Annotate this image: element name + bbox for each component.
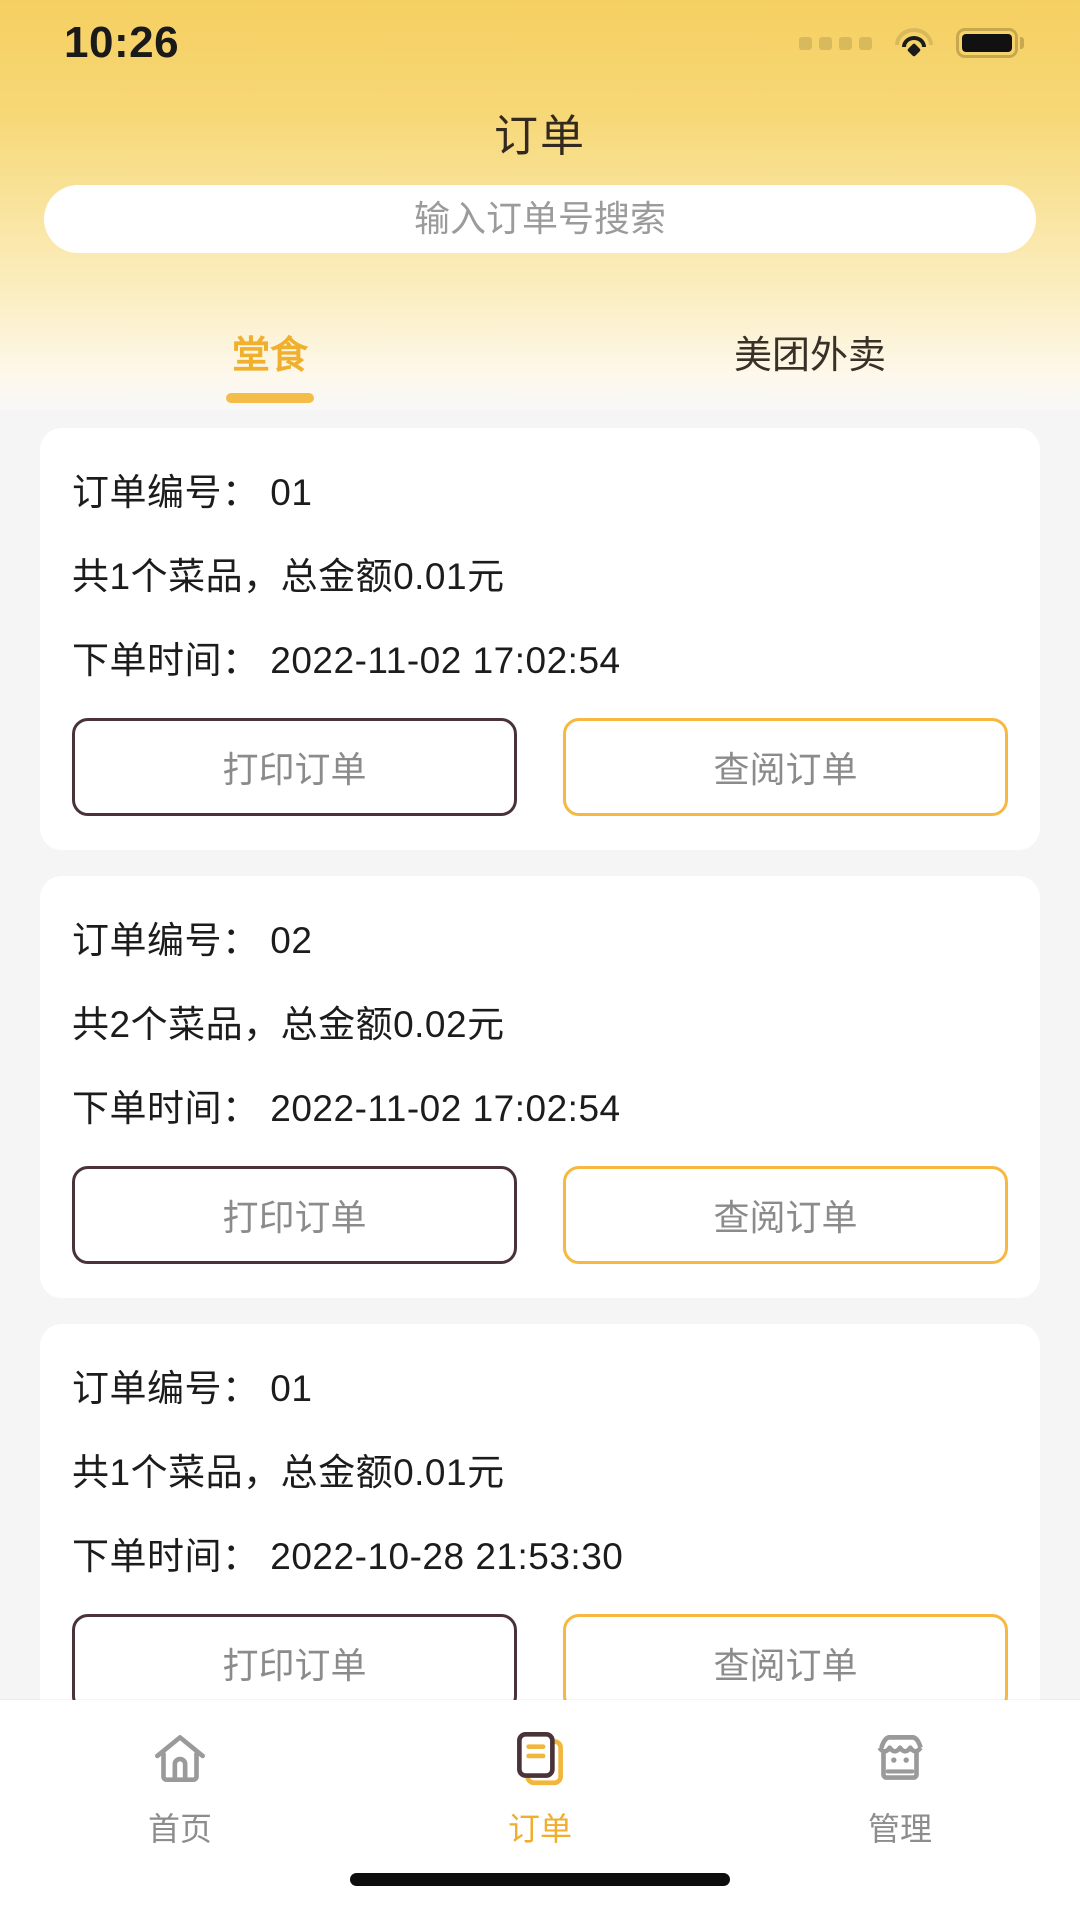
order-list[interactable]: 订单编号： 01 共1个菜品，总金额0.01元 下单时间： 2022-11-02… xyxy=(0,410,1080,1700)
home-icon xyxy=(144,1722,216,1794)
nav-item-manage[interactable]: 管理 xyxy=(720,1722,1080,1850)
print-order-button[interactable]: 打印订单 xyxy=(72,1166,517,1264)
tab-active-indicator xyxy=(226,393,314,403)
view-order-button[interactable]: 查阅订单 xyxy=(563,1614,1008,1700)
order-card[interactable]: 订单编号： 02 共2个菜品，总金额0.02元 下单时间： 2022-11-02… xyxy=(40,876,1040,1298)
order-summary: 共1个菜品，总金额0.01元 xyxy=(72,556,505,597)
nav-item-manage-label: 管理 xyxy=(867,1811,932,1847)
store-icon xyxy=(864,1722,936,1794)
order-card[interactable]: 订单编号： 01 共1个菜品，总金额0.01元 下单时间： 2022-10-28… xyxy=(40,1324,1040,1700)
status-bar: 10:26 xyxy=(0,0,1080,86)
order-number: 订单编号： 01 xyxy=(72,1368,313,1409)
order-time: 下单时间： 2022-11-02 17:02:54 xyxy=(72,640,621,681)
print-order-button[interactable]: 打印订单 xyxy=(72,1614,517,1700)
search-input[interactable] xyxy=(44,185,1036,253)
tab-dine-in-label: 堂食 xyxy=(231,335,308,377)
nav-item-home[interactable]: 首页 xyxy=(0,1722,360,1850)
order-number: 订单编号： 01 xyxy=(72,472,313,513)
search-bar[interactable] xyxy=(44,185,1036,253)
order-card[interactable]: 订单编号： 01 共1个菜品，总金额0.01元 下单时间： 2022-11-02… xyxy=(40,428,1040,850)
tab-meituan-takeout-label: 美团外卖 xyxy=(733,335,886,377)
wifi-icon xyxy=(894,28,934,58)
nav-item-home-label: 首页 xyxy=(147,1811,212,1847)
battery-full-icon xyxy=(956,28,1024,58)
print-order-button[interactable]: 打印订单 xyxy=(72,718,517,816)
nav-item-orders[interactable]: 订单 xyxy=(360,1722,720,1850)
page-title: 订单 xyxy=(494,112,586,161)
order-time: 下单时间： 2022-10-28 21:53:30 xyxy=(72,1536,624,1577)
order-document-icon xyxy=(504,1722,576,1794)
home-indicator xyxy=(350,1873,730,1886)
status-bar-clock: 10:26 xyxy=(64,18,180,67)
order-type-tabs: 堂食 美团外卖 xyxy=(0,320,1080,408)
view-order-button[interactable]: 查阅订单 xyxy=(563,718,1008,816)
order-summary: 共1个菜品，总金额0.01元 xyxy=(72,1452,505,1493)
signal-dots-icon xyxy=(799,36,872,50)
order-number: 订单编号： 02 xyxy=(72,920,313,961)
order-actions: 打印订单 查阅订单 xyxy=(72,1166,1008,1264)
app-root: 10:26 订单 堂食 美团外卖 xyxy=(0,0,1080,1920)
bottom-navigation: 首页 订单 管理 xyxy=(0,1700,1080,1920)
order-time: 下单时间： 2022-11-02 17:02:54 xyxy=(72,1088,621,1129)
view-order-button[interactable]: 查阅订单 xyxy=(563,1166,1008,1264)
nav-item-orders-label: 订单 xyxy=(507,1811,572,1847)
tab-meituan-takeout[interactable]: 美团外卖 xyxy=(540,320,1080,408)
order-summary: 共2个菜品，总金额0.02元 xyxy=(72,1004,505,1045)
order-actions: 打印订单 查阅订单 xyxy=(72,718,1008,816)
tab-dine-in[interactable]: 堂食 xyxy=(0,320,540,408)
status-bar-indicators xyxy=(799,28,1024,58)
order-actions: 打印订单 查阅订单 xyxy=(72,1614,1008,1700)
tab-inactive-indicator xyxy=(766,393,854,403)
